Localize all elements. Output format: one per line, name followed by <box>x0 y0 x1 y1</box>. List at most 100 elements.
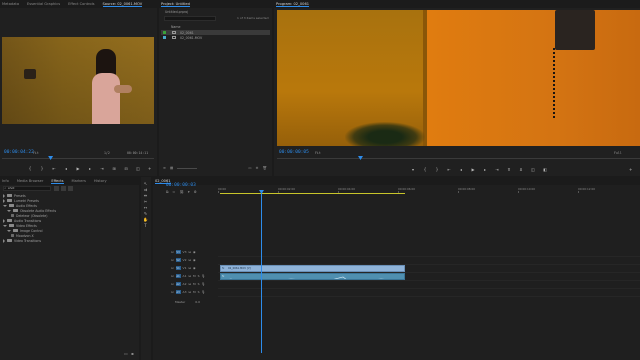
tab-effects[interactable]: Effects <box>51 179 64 184</box>
source-scrub-bar[interactable] <box>2 158 154 159</box>
track-lock-icon[interactable]: ⊡ <box>171 250 174 254</box>
program-scrub-bar[interactable] <box>277 158 640 159</box>
nest-icon[interactable]: ⧉ <box>166 190 169 194</box>
source-resolution-select[interactable]: 1/2 <box>104 151 110 155</box>
timeline-timecode[interactable]: 00:00:00:03 <box>166 183 196 188</box>
master-volume[interactable]: 0.0 <box>195 300 200 304</box>
voice-over-icon[interactable]: 🎙 <box>202 274 206 278</box>
toggle-output-icon[interactable]: ◉ <box>193 266 196 270</box>
insert-icon[interactable]: ⊞ <box>111 166 117 171</box>
track-lock-icon[interactable]: ⊡ <box>171 266 174 270</box>
mute-icon[interactable]: M <box>193 282 196 286</box>
go-to-out-icon[interactable]: ⇥ <box>494 167 500 172</box>
mark-in-icon[interactable]: { <box>27 166 33 171</box>
source-patch-button[interactable]: V1 <box>175 266 181 270</box>
hand-tool-icon[interactable]: ✋ <box>143 217 148 222</box>
track-lock-icon[interactable]: ⊡ <box>171 282 174 286</box>
sync-lock-icon[interactable]: ⊟ <box>189 282 192 286</box>
razor-tool-icon[interactable]: ✂ <box>143 199 148 204</box>
sync-lock-icon[interactable]: ⊟ <box>189 250 192 254</box>
project-item[interactable]: 02_0061.MOV <box>161 35 270 40</box>
type-tool-icon[interactable]: T <box>143 223 148 228</box>
step-back-icon[interactable]: ◂ <box>63 166 69 171</box>
step-forward-icon[interactable]: ▸ <box>482 167 488 172</box>
tab-project[interactable]: Project: Untitled <box>161 2 190 7</box>
audio-clip[interactable]: fx <box>220 273 405 280</box>
source-settings-icon[interactable]: + <box>148 166 151 171</box>
play-icon[interactable]: ▶ <box>470 167 476 172</box>
voice-over-icon[interactable]: 🎙 <box>202 282 206 286</box>
track-header-v2[interactable]: ⊡ V2 V2 ⊟ ◉ <box>171 258 218 262</box>
source-patch-button[interactable]: A2 <box>175 282 181 286</box>
source-video-frame[interactable] <box>2 37 154 124</box>
solo-icon[interactable]: S <box>198 290 200 294</box>
tab-source[interactable]: Source: 02_0061.MOV <box>102 2 143 7</box>
tab-markers[interactable]: Markers <box>72 179 86 183</box>
mark-out-icon[interactable]: } <box>39 166 45 171</box>
source-patch-button[interactable]: V2 <box>175 258 181 262</box>
compare-icon[interactable]: ◧ <box>542 167 548 172</box>
effects-new-bin-icon[interactable]: ▭ <box>124 351 128 356</box>
disclosure-closed-icon[interactable] <box>3 218 5 223</box>
slip-tool-icon[interactable]: ↔ <box>143 205 148 210</box>
video-clip[interactable]: fx 02_0061.MOV [V] <box>220 265 405 272</box>
program-video-frame[interactable] <box>277 10 640 146</box>
accelerated-effects-icon[interactable] <box>54 186 59 191</box>
voice-over-icon[interactable]: 🎙 <box>202 290 206 294</box>
mute-icon[interactable]: M <box>193 274 196 278</box>
tab-history[interactable]: History <box>94 179 107 183</box>
toggle-output-icon[interactable]: ◉ <box>193 250 196 254</box>
export-frame-icon[interactable]: ◫ <box>530 167 536 172</box>
program-resolution-select[interactable]: Full <box>614 151 622 155</box>
go-to-in-icon[interactable]: ⇤ <box>51 166 57 171</box>
new-item-icon[interactable]: ⊕ <box>256 166 259 171</box>
track-header-a2[interactable]: ⊡ A2 A2 ⊟ M S 🎙 <box>171 282 218 286</box>
timeline-ruler[interactable]: 00:00 00:00:02:00 00:00:04:00 00:00:06:00 00… <box>218 183 640 193</box>
disclosure-open-icon[interactable] <box>3 204 7 207</box>
disclosure-closed-icon[interactable] <box>3 193 5 198</box>
step-forward-icon[interactable]: ▸ <box>87 166 93 171</box>
selection-tool-icon[interactable]: ↖ <box>143 181 148 186</box>
yuv-effects-icon[interactable] <box>68 186 73 191</box>
program-settings-icon[interactable]: + <box>629 167 632 172</box>
solo-icon[interactable]: S <box>198 282 200 286</box>
track-lane[interactable] <box>218 290 640 297</box>
project-name-header[interactable]: Name <box>171 25 180 29</box>
sync-lock-icon[interactable]: ⊟ <box>189 258 192 262</box>
tab-info[interactable]: Info <box>2 179 9 183</box>
timeline-settings-icon[interactable]: ⚙ <box>194 190 197 194</box>
tab-metadata[interactable]: Metadata <box>2 2 19 6</box>
go-to-out-icon[interactable]: ⇥ <box>99 166 105 171</box>
track-header-v3[interactable]: ⊡ V3 V3 ⊟ ◉ <box>171 250 218 254</box>
track-header-a1[interactable]: ⊡ A1 A1 ⊟ M S 🎙 <box>171 274 218 278</box>
ripple-edit-tool-icon[interactable]: ⇹ <box>143 193 148 198</box>
track-header-a3[interactable]: ⊡ A3 A3 ⊟ M S 🎙 <box>171 290 218 294</box>
icon-view-icon[interactable]: ▦ <box>170 166 173 171</box>
track-lane[interactable] <box>218 258 640 265</box>
extract-icon[interactable]: ⊻ <box>518 167 524 172</box>
tab-program[interactable]: Program: 02_0061 <box>276 2 310 7</box>
disclosure-open-icon[interactable] <box>7 229 11 232</box>
program-fit-select[interactable]: Fit <box>315 151 321 155</box>
export-frame-icon[interactable]: ◫ <box>135 166 141 171</box>
zoom-slider[interactable] <box>177 168 198 169</box>
track-lane[interactable] <box>218 250 640 257</box>
overwrite-icon[interactable]: ⊟ <box>123 166 129 171</box>
effects-search-input[interactable]: ⌕ shot <box>3 186 51 191</box>
project-search-input[interactable] <box>164 16 216 21</box>
source-patch-button[interactable]: A3 <box>175 290 181 294</box>
master-track-header[interactable]: Master 0.0 <box>175 300 222 304</box>
trash-icon[interactable]: 🗑 <box>263 166 267 171</box>
source-patch-button[interactable]: V3 <box>175 250 181 254</box>
track-header-v1[interactable]: ⊡ V1 V1 ⊟ ◉ <box>171 266 218 270</box>
solo-icon[interactable]: S <box>198 274 200 278</box>
go-to-in-icon[interactable]: ⇤ <box>446 167 452 172</box>
list-view-icon[interactable]: ≡ <box>163 166 166 171</box>
add-marker-icon[interactable]: ▾ <box>188 190 190 194</box>
sync-lock-icon[interactable]: ⊟ <box>189 290 192 294</box>
track-lock-icon[interactable]: ⊡ <box>171 290 174 294</box>
mark-in-icon[interactable]: { <box>422 167 428 172</box>
track-lock-icon[interactable]: ⊡ <box>171 274 174 278</box>
step-back-icon[interactable]: ◂ <box>458 167 464 172</box>
disclosure-open-icon[interactable] <box>7 209 11 212</box>
